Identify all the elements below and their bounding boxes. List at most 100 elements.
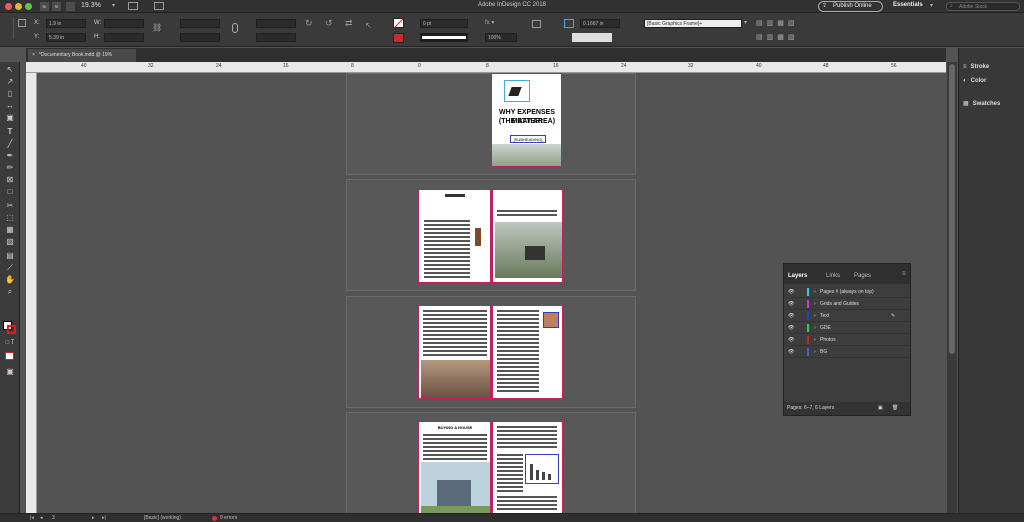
color-panel-button[interactable]: ◐ Color [963,78,986,84]
publish-online-button[interactable]: Publish Online [818,1,883,12]
page-3-left[interactable] [418,305,491,399]
rotation-field[interactable] [256,19,296,28]
gradient-swatch-tool-icon[interactable]: ▦ [3,224,17,235]
selection-tool-icon[interactable]: ↖ [3,64,17,75]
preflight-errors[interactable]: 9 errors [220,515,237,521]
page-2-left[interactable] [418,189,491,283]
note-tool-icon[interactable]: ▤ [3,250,17,261]
content-collector-icon[interactable]: ▣ [3,112,17,123]
corner-size-field[interactable]: 0.1667 in [580,19,620,28]
close-window-button[interactable] [5,3,12,10]
stock-search-input[interactable]: ⌕ Adobe Stock [946,2,1020,11]
last-page-icon[interactable]: ▸| [102,515,106,521]
scissors-tool-icon[interactable]: ✂ [3,200,17,211]
stroke-panel-button[interactable]: ≡ Stroke [963,64,989,70]
pencil-tool-icon[interactable]: ✏ [3,162,17,173]
arrange-documents-icon[interactable] [154,2,164,10]
text-wrap-icon[interactable] [532,20,541,28]
document-tab[interactable]: × *Documentary Book.indd @ 19% [28,49,136,62]
width-field[interactable] [104,19,144,28]
style-status[interactable]: [Basic] (working) [144,515,181,521]
new-layer-icon[interactable]: ▣ [878,402,883,415]
page-4-left[interactable]: BUYING A HOUSE [418,421,491,513]
workspace-switcher[interactable]: Essentials [893,2,923,8]
vertical-scrollbar[interactable] [947,62,957,513]
eyedropper-tool-icon[interactable]: ⟋ [3,262,17,273]
spread-4[interactable] [346,412,636,513]
chevron-down-icon[interactable]: ▾ [930,2,933,9]
minimize-window-button[interactable] [15,3,22,10]
rotate-ccw-icon[interactable]: ↺ [325,18,333,29]
spread-3[interactable] [346,296,636,408]
screen-mode-tool-icon[interactable]: ▣ [3,366,17,377]
layer-row[interactable]: 👁 › Photos [784,334,910,346]
zoom-tool-icon[interactable]: ⌕ [3,286,17,297]
pen-tool-icon[interactable]: ✒ [3,150,17,161]
free-transform-tool-icon[interactable]: ⬚ [3,212,17,223]
prev-page-icon[interactable]: ◂ [40,515,43,521]
fill-swatch[interactable] [393,18,404,29]
chevron-down-icon[interactable]: ▾ [744,19,747,26]
shear-field[interactable] [256,33,296,42]
bridge-icon[interactable]: Br [40,2,49,11]
page-tool-icon[interactable]: ▯ [3,88,17,99]
view-options-icon[interactable] [66,2,75,11]
page-2-right[interactable] [492,189,563,283]
direct-selection-tool-icon[interactable]: ↗ [3,76,17,87]
spread-2[interactable] [346,179,636,291]
stock-icon[interactable]: St [52,2,61,11]
corner-options-icon[interactable] [564,19,574,28]
zoom-level[interactable]: 19.3% [81,2,101,9]
x-position-field[interactable]: 1.9 in [46,19,86,28]
layer-row[interactable]: 👁 › Pages # (always on top) [784,286,910,298]
page-3-right[interactable] [492,305,563,399]
type-tool-icon[interactable]: T [3,126,17,137]
rotate-icon[interactable]: ↻ [305,18,313,29]
layer-row[interactable]: 👁 › GDE [784,322,910,334]
layer-row[interactable]: 👁 › Text ✎ [784,310,910,322]
hand-tool-icon[interactable]: ✋ [3,274,17,285]
page-cover[interactable]: WHY EXPENSES MATTER: (THE BAY AREA) [SUB… [491,73,562,167]
tab-pages[interactable]: Pages [854,273,871,279]
reference-point-icon[interactable] [18,19,26,27]
tab-layers[interactable]: Layers [788,273,807,279]
line-tool-icon[interactable]: ╱ [3,138,17,149]
close-icon[interactable]: × [32,52,35,58]
constrain-proportions-icon[interactable]: ⛓ [152,23,162,32]
stroke-swatch[interactable] [393,33,404,43]
layer-row[interactable]: 👁 › BG [784,346,910,358]
link-icon[interactable] [232,23,238,33]
y-position-field[interactable]: 5.39 in [46,33,86,42]
maximize-window-button[interactable] [25,3,32,10]
object-style-dropdown[interactable]: [Basic Graphics Frame]+ [644,19,742,28]
rectangle-frame-tool-icon[interactable]: ⊠ [3,174,17,185]
chevron-down-icon[interactable]: ▾ [112,2,115,9]
layer-row[interactable]: 👁 › Grids and Guides [784,298,910,310]
direct-select-icon[interactable]: ↖ [365,21,372,30]
scale-x-field[interactable] [180,19,220,28]
panel-menu-icon[interactable]: ≡ [902,271,906,277]
flip-icon[interactable]: ⇄ [345,18,353,29]
page-4-right[interactable] [492,421,563,513]
rectangle-tool-icon[interactable]: □ [3,186,17,197]
stroke-weight-field[interactable]: 0 pt [420,19,468,28]
next-page-icon[interactable]: ▸ [92,515,95,521]
corner-shape-selector[interactable] [572,33,612,42]
first-page-icon[interactable]: |◂ [30,515,34,521]
formatting-affects-container-icon[interactable]: □ T [3,338,17,349]
effects-icons[interactable]: fx ▾ [485,19,515,28]
stroke-color-swatch[interactable] [7,325,16,334]
tab-links[interactable]: Links [826,273,840,279]
align-icons[interactable]: ▤▥▦▧ [756,19,798,27]
swatches-panel-button[interactable]: ▦ Swatches [963,100,1000,107]
screen-mode-icon[interactable] [128,2,138,10]
distribute-icons[interactable]: ▤▥▦▧ [756,33,798,41]
stroke-type-selector[interactable] [420,33,468,42]
scale-y-field[interactable] [180,33,220,42]
height-field[interactable] [104,33,144,42]
gap-tool-icon[interactable]: ↔ [3,100,17,111]
trash-icon[interactable]: 🗑 [892,402,898,415]
opacity-field[interactable]: 100% [485,33,517,42]
gradient-feather-tool-icon[interactable]: ▧ [3,236,17,247]
page-number-field[interactable]: 3 [52,515,55,521]
